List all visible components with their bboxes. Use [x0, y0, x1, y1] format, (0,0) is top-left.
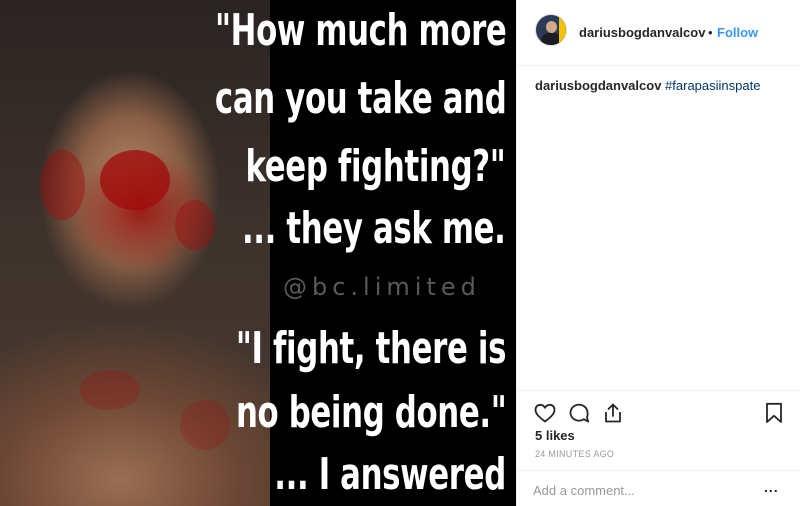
more-options-button[interactable]: ...: [764, 479, 779, 495]
quote-line-1: "How much more: [214, 5, 506, 56]
header-username[interactable]: dariusbogdanvalcov: [579, 25, 705, 40]
comment-bar: ...: [517, 470, 800, 506]
quote-line-7: ... I answered: [274, 449, 506, 500]
post-caption: dariusbogdanvalcov #farapasiinspate: [535, 78, 760, 93]
quote-line-6: no being done.": [235, 387, 506, 438]
comment-input[interactable]: [531, 480, 755, 500]
avatar[interactable]: [535, 14, 567, 46]
likes-count[interactable]: 5 likes: [535, 428, 575, 443]
comment-icon[interactable]: [567, 401, 591, 425]
follow-button[interactable]: Follow: [717, 25, 758, 40]
post-image[interactable]: "How much more can you take and keep fig…: [0, 0, 516, 506]
post-header: dariusbogdanvalcov • Follow: [517, 0, 800, 66]
heart-icon[interactable]: [533, 401, 557, 425]
watermark: @bc.limited: [283, 273, 481, 301]
quote-line-3: keep fighting?": [245, 141, 506, 192]
post-timestamp[interactable]: 24 MINUTES AGO: [535, 449, 614, 459]
quote-line-4: ... they ask me.: [242, 203, 506, 254]
action-bar: [517, 390, 800, 423]
bookmark-icon[interactable]: [762, 401, 786, 425]
post-panel: dariusbogdanvalcov • Follow dariusbogdan…: [516, 0, 800, 506]
caption-username[interactable]: dariusbogdanvalcov: [535, 78, 661, 93]
separator-dot: •: [708, 25, 713, 40]
share-icon[interactable]: [601, 401, 625, 425]
quote-line-2: can you take and: [214, 73, 506, 124]
caption-hashtag[interactable]: #farapasiinspate: [665, 78, 760, 93]
quote-line-5: "I fight, there is: [235, 323, 507, 374]
